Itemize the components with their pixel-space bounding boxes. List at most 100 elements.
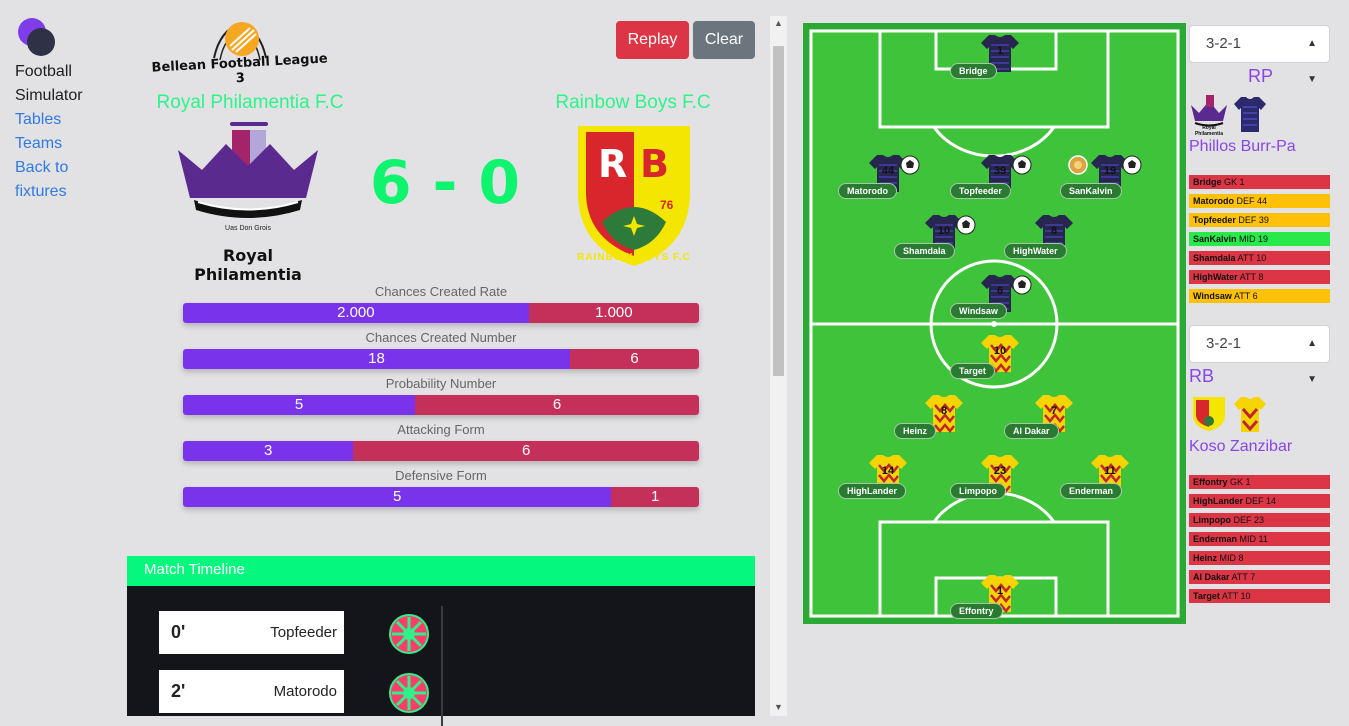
player-number: 7 <box>1050 405 1058 417</box>
event-player: Topfeeder <box>270 624 337 641</box>
away-player[interactable]: 8 Heinz <box>894 393 964 439</box>
event-player: Matorodo <box>273 683 337 700</box>
lineup-player-name: Enderman <box>1193 534 1238 544</box>
goal-ball-icon <box>389 673 429 718</box>
lineup-player-name: Al Dakar <box>1193 572 1230 582</box>
away-player[interactable]: 7 Al Dakar <box>1004 393 1074 439</box>
scroll-thumb[interactable] <box>773 46 784 376</box>
lineup-player-detail: DEF 39 <box>1238 215 1269 225</box>
stat-bar: 56 <box>183 395 699 415</box>
home-team-abbr: RP <box>1248 66 1274 86</box>
lineup-row: Matorodo DEF 44 <box>1189 194 1330 208</box>
away-manager-name: Koso Zanzibar <box>1189 438 1293 455</box>
home-stat-value: 2.000 <box>183 303 529 323</box>
player-number: 1 <box>996 585 1004 597</box>
player-name-tag: Effontry <box>950 603 1003 619</box>
select-caret-icon: ▲ ▼ <box>1307 338 1317 385</box>
lineup-player-name: Effontry <box>1193 477 1228 487</box>
away-crest-year-left: 18 <box>592 198 606 212</box>
home-player[interactable]: 8 HighWater <box>1004 213 1074 259</box>
lineup-row: HighWater ATT 8 <box>1189 270 1330 284</box>
lineup-player-name: HighWater <box>1193 272 1238 282</box>
stat-bar: 2.000 1.000 <box>183 303 699 323</box>
stat-bar: 18 6 <box>183 349 699 369</box>
side-nav: Football Simulator Tables Teams Back to … <box>15 18 115 204</box>
lineup-player-name: Matorodo <box>1193 196 1234 206</box>
home-team-crest: Uas Don Grois Royal Philamentia <box>168 122 328 284</box>
nav-back-link-line2[interactable]: fixtures <box>15 180 115 204</box>
away-player[interactable]: 23 Limpopo <box>950 453 1020 499</box>
home-mini-crest-icon: Royal Philamentia <box>1189 95 1229 137</box>
stat-label: Attacking Form <box>397 422 485 437</box>
brand-line-1: Football <box>15 63 72 80</box>
lineup-player-name: Topfeeder <box>1193 215 1236 225</box>
home-crest-motto: Uas Don Grois <box>225 225 271 232</box>
lineup-player-detail: GK 1 <box>1224 177 1245 187</box>
scroll-up-icon[interactable]: ▲ <box>774 18 783 28</box>
lineup-row: Heinz MID 8 <box>1189 551 1330 565</box>
away-formation-value: 3-2-1 <box>1206 335 1242 352</box>
lineup-row: Limpopo DEF 23 <box>1189 513 1330 527</box>
shield-icon <box>578 126 690 266</box>
nav-back-link-line1[interactable]: Back to <box>15 156 115 180</box>
timeline-event: 0' Topfeeder <box>159 611 344 654</box>
home-crest-text: Royal Philamentia <box>194 246 302 284</box>
nav-tables-link[interactable]: Tables <box>15 108 115 132</box>
away-stat-value: 6 <box>353 441 699 461</box>
goal-ball-icon <box>1012 155 1032 175</box>
clear-button[interactable]: Clear <box>693 21 755 59</box>
stat-label: Chances Created Rate <box>374 284 508 299</box>
scroll-down-icon[interactable]: ▼ <box>774 702 783 712</box>
lineup-row: HighLander DEF 14 <box>1189 494 1330 508</box>
scrollbar[interactable]: ▲ ▼ <box>770 16 787 716</box>
event-minute: 0' <box>171 622 186 642</box>
lineup-player-name: Target <box>1193 591 1220 601</box>
away-player[interactable]: 1 Effontry <box>950 573 1020 619</box>
match-score: 6 - 0 <box>369 148 521 218</box>
lineup-row: Bridge GK 1 <box>1189 175 1330 189</box>
lineup-player-detail: ATT 6 <box>1233 291 1258 301</box>
away-kit-icon <box>1233 395 1267 438</box>
player-name-tag: Al Dakar <box>1004 423 1059 439</box>
timeline-divider <box>441 606 443 726</box>
lineup-player-detail: ATT 10 <box>1237 253 1267 263</box>
player-number: 8 <box>940 405 948 417</box>
player-number: 23 <box>993 465 1007 477</box>
home-formation-select[interactable]: 3-2-1 ▲ ▼ <box>1189 25 1330 85</box>
away-stat-value: 1 <box>611 487 699 507</box>
away-team-abbr: RB <box>1189 366 1215 386</box>
away-player[interactable]: 14 HighLander <box>838 453 908 499</box>
lineup-player-name: Shamdala <box>1193 253 1236 263</box>
player-name-tag: Shamdala <box>894 243 955 259</box>
away-player[interactable]: 10 Target <box>950 333 1020 379</box>
home-stat-value: 18 <box>183 349 570 369</box>
player-number: 1 <box>996 45 1004 57</box>
lineup-row: Effontry GK 1 <box>1189 475 1330 489</box>
select-caret-icon: ▲ ▼ <box>1307 38 1317 85</box>
lineup-player-detail: DEF 14 <box>1245 496 1277 506</box>
home-kit-icon <box>1233 95 1267 138</box>
away-player[interactable]: 11 Enderman <box>1060 453 1130 499</box>
goal-ball-icon <box>389 614 429 659</box>
timeline-title: Match Timeline <box>127 556 755 586</box>
away-team-name: Rainbow Boys F.C <box>555 92 711 113</box>
player-name-tag: Matorodo <box>838 183 897 199</box>
away-crest-letter-b: B <box>640 142 669 186</box>
timeline-event: 2' Matorodo <box>159 670 344 713</box>
lineup-row: Al Dakar ATT 7 <box>1189 570 1330 584</box>
home-player[interactable]: 1 Bridge <box>950 33 1020 79</box>
lineup-player-detail: ATT 8 <box>1239 272 1264 282</box>
away-stat-value: 6 <box>415 395 699 415</box>
lineup-row: Shamdala ATT 10 <box>1189 251 1330 265</box>
home-stat-value: 3 <box>183 441 354 461</box>
lineup-player-detail: ATT 7 <box>1231 572 1256 582</box>
lineup-player-name: HighLander <box>1193 496 1244 506</box>
replay-button[interactable]: Replay <box>616 21 689 59</box>
nav-teams-link[interactable]: Teams <box>15 132 115 156</box>
lineup-player-name: Heinz <box>1193 553 1218 563</box>
event-minute: 2' <box>171 681 186 701</box>
player-number: 14 <box>881 465 895 477</box>
player-name-tag: SanKalvin <box>1060 183 1122 199</box>
away-formation-select[interactable]: 3-2-1 ▲ ▼ <box>1189 325 1330 385</box>
away-stat-value: 1.000 <box>528 303 699 323</box>
